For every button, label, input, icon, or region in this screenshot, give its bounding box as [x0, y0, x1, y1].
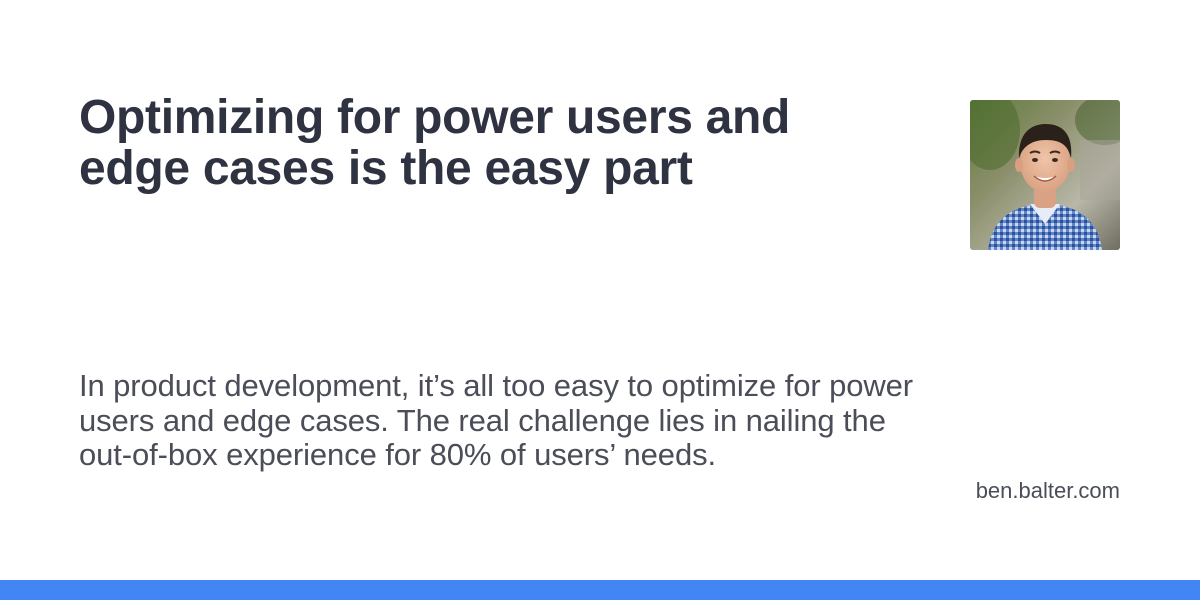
post-title: Optimizing for power users and edge case…	[79, 91, 791, 195]
site-domain-link[interactable]: ben.balter.com	[976, 478, 1120, 504]
social-card: Optimizing for power users and edge case…	[0, 0, 1200, 600]
post-description: In product development, it’s all too eas…	[79, 368, 914, 472]
author-avatar	[970, 100, 1120, 250]
accent-bar	[0, 580, 1200, 600]
